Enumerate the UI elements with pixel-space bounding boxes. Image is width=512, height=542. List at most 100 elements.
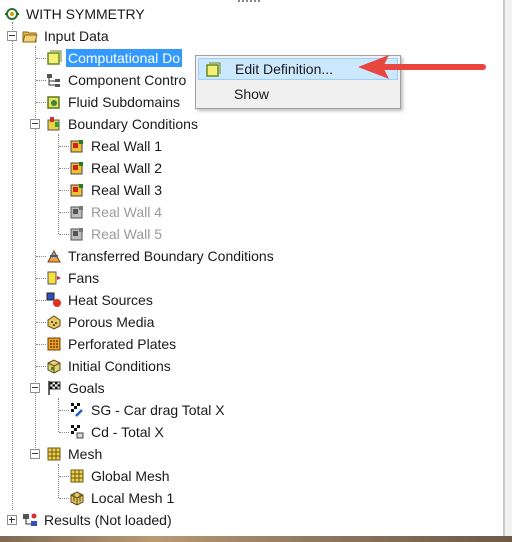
tree-line xyxy=(58,398,59,432)
tree-line xyxy=(36,366,46,367)
expand-results-toggle[interactable] xyxy=(7,515,17,525)
porous-media-icon xyxy=(46,314,62,330)
tree-line xyxy=(36,256,46,257)
annotation-arrow xyxy=(358,55,486,79)
tree-item-boundary-conditions[interactable]: Boundary Conditions xyxy=(46,114,200,134)
goal-flag-icon xyxy=(46,380,62,396)
results-icon xyxy=(22,512,38,528)
collapse-input-data-toggle[interactable] xyxy=(7,31,17,41)
tree-line xyxy=(58,134,59,234)
tree-line xyxy=(12,22,13,510)
project-icon xyxy=(4,6,20,22)
real-wall-disabled-icon xyxy=(69,226,85,242)
tree-item-goals[interactable]: Goals xyxy=(46,378,107,398)
collapse-mesh-toggle[interactable] xyxy=(30,449,40,459)
tree-item-label: Component Contro xyxy=(68,72,187,88)
real-wall-icon xyxy=(69,160,85,176)
menu-item-label: Edit Definition... xyxy=(235,61,334,77)
tree-item-label: Perforated Plates xyxy=(68,336,177,352)
tree-line xyxy=(36,322,46,323)
tree-item-label: Real Wall 3 xyxy=(91,182,163,198)
tree-item-label: Cd - Total X xyxy=(91,424,164,440)
fluid-subdomain-icon xyxy=(46,94,62,110)
tree-item-local-mesh-1[interactable]: Local Mesh 1 xyxy=(69,488,176,508)
boundary-conditions-icon xyxy=(46,116,62,132)
equation-goal-icon xyxy=(69,424,85,440)
tree-line xyxy=(59,168,69,169)
component-tree-icon xyxy=(46,72,62,88)
tree-item-fans[interactable]: Fans xyxy=(46,268,101,288)
tree-line xyxy=(59,476,69,477)
tree-item-real-wall-2[interactable]: Real Wall 2 xyxy=(69,158,164,178)
viewport-edge xyxy=(0,536,512,542)
tree-item-label: Mesh xyxy=(68,446,103,462)
tree-line xyxy=(36,102,46,103)
tree-item-real-wall-5[interactable]: Real Wall 5 xyxy=(69,224,164,244)
real-wall-icon xyxy=(69,138,85,154)
real-wall-icon xyxy=(69,182,85,198)
tree-item-input-data[interactable]: Input Data xyxy=(22,26,111,46)
tree-item-label: Real Wall 4 xyxy=(91,204,163,220)
tree-line xyxy=(59,432,69,433)
tree-item-perforated-plates[interactable]: Perforated Plates xyxy=(46,334,178,354)
tree-item-label: Real Wall 1 xyxy=(91,138,163,154)
tree-item-label: Real Wall 5 xyxy=(91,226,163,242)
tree-item-label: Porous Media xyxy=(68,314,155,330)
tree-item-computational-domain[interactable]: Computational Do xyxy=(46,48,183,68)
domain-box-icon xyxy=(46,50,62,66)
tree-item-label: Local Mesh 1 xyxy=(91,490,175,506)
panel-edge xyxy=(505,0,512,536)
tree-item-label: Global Mesh xyxy=(91,468,170,484)
tree-line xyxy=(36,58,46,59)
menu-item-show[interactable]: Show xyxy=(198,83,398,105)
tree-item-label: Computational Do xyxy=(66,49,183,67)
tree-line xyxy=(59,410,69,411)
tree-root-label: WITH SYMMETRY xyxy=(26,6,145,22)
tree-line xyxy=(59,146,69,147)
tree-item-label: Fans xyxy=(68,270,100,286)
tree-line xyxy=(36,300,46,301)
tree-item-initial-conditions[interactable]: Initial Conditions xyxy=(46,356,173,376)
tree-line xyxy=(59,498,69,499)
local-mesh-icon xyxy=(69,490,85,506)
tree-line xyxy=(36,278,46,279)
tree-root[interactable]: WITH SYMMETRY xyxy=(4,4,147,24)
initial-conditions-icon xyxy=(46,358,62,374)
tree-item-label: Heat Sources xyxy=(68,292,153,308)
tree-item-mesh[interactable]: Mesh xyxy=(46,444,104,464)
tree-line xyxy=(59,212,69,213)
heat-source-icon xyxy=(46,292,62,308)
perforated-plate-icon xyxy=(46,336,62,352)
tree-item-real-wall-4[interactable]: Real Wall 4 xyxy=(69,202,164,222)
tree-item-label: Input Data xyxy=(44,28,109,44)
tree-panel: WITH SYMMETRY Input Data Computational D… xyxy=(0,0,503,536)
tree-item-label: SG - Car drag Total X xyxy=(91,402,225,418)
mesh-icon xyxy=(46,446,62,462)
tree-item-component-control[interactable]: Component Contro xyxy=(46,70,188,90)
tree-line xyxy=(59,234,69,235)
tree-item-real-wall-3[interactable]: Real Wall 3 xyxy=(69,180,164,200)
tree-item-transferred-boundary-conditions[interactable]: Transferred Boundary Conditions xyxy=(46,246,276,266)
tree-item-fluid-subdomains[interactable]: Fluid Subdomains xyxy=(46,92,182,112)
tree-line xyxy=(59,190,69,191)
tree-line xyxy=(36,80,46,81)
surface-goal-icon xyxy=(69,402,85,418)
menu-item-label: Show xyxy=(234,86,270,102)
panel-splitter-grip[interactable] xyxy=(238,0,260,2)
transferred-bc-icon xyxy=(46,248,62,264)
real-wall-disabled-icon xyxy=(69,204,85,220)
tree-item-porous-media[interactable]: Porous Media xyxy=(46,312,156,332)
tree-item-goal-cd[interactable]: Cd - Total X xyxy=(69,422,166,442)
collapse-goals-toggle[interactable] xyxy=(30,383,40,393)
tree-item-goal-car-drag[interactable]: SG - Car drag Total X xyxy=(69,400,227,420)
fan-icon xyxy=(46,270,62,286)
tree-line xyxy=(58,464,59,498)
tree-line xyxy=(36,344,46,345)
tree-item-label: Initial Conditions xyxy=(68,358,171,374)
tree-item-results[interactable]: Results (Not loaded) xyxy=(22,510,174,530)
tree-item-global-mesh[interactable]: Global Mesh xyxy=(69,466,172,486)
tree-item-heat-sources[interactable]: Heat Sources xyxy=(46,290,155,310)
collapse-boundary-conditions-toggle[interactable] xyxy=(30,119,40,129)
tree-item-real-wall-1[interactable]: Real Wall 1 xyxy=(69,136,164,156)
tree-item-label: Real Wall 2 xyxy=(91,160,163,176)
